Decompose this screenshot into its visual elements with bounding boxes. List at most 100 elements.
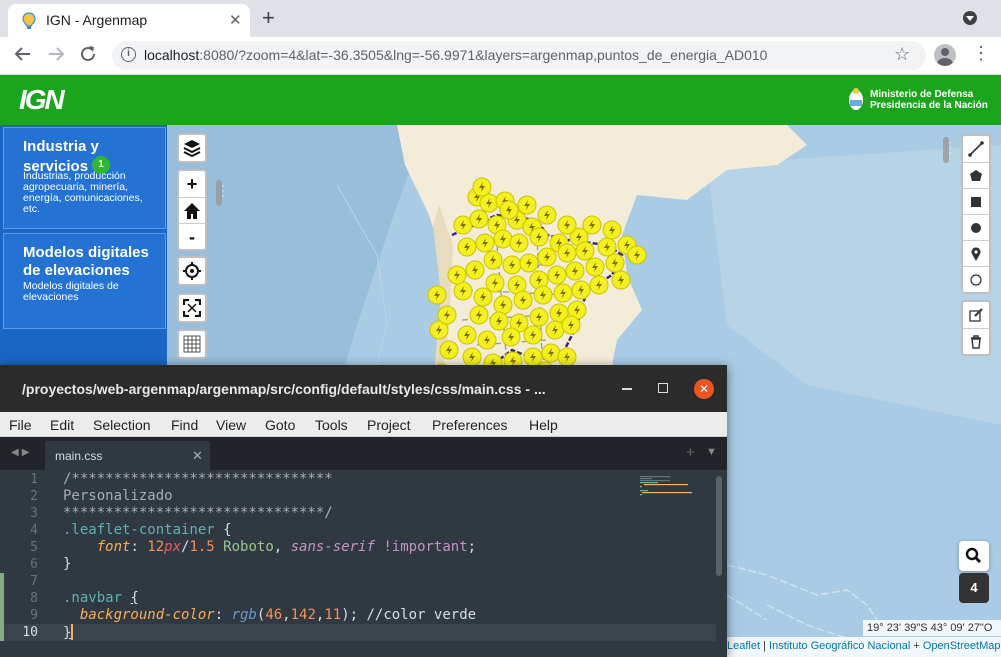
energy-marker-icon[interactable] (427, 285, 447, 305)
zoom-out-button[interactable]: - (179, 223, 205, 249)
tab-close-icon[interactable]: ✕ (229, 11, 242, 29)
bookmark-star-icon[interactable]: ☆ (894, 44, 910, 65)
menu-goto[interactable]: Goto (265, 417, 295, 433)
energy-marker-icon[interactable] (447, 265, 467, 285)
energy-marker-icon[interactable] (533, 285, 553, 305)
address-bar[interactable]: i localhost:8080/?zoom=4&lat=-36.3505&ln… (112, 41, 926, 70)
menu-view[interactable]: View (216, 417, 246, 433)
energy-marker-icon[interactable] (561, 315, 581, 335)
energy-marker-icon[interactable] (565, 261, 585, 281)
profile-avatar-icon[interactable] (934, 44, 956, 66)
new-tab-icon[interactable]: + (262, 5, 275, 31)
leaflet-link[interactable]: Leaflet (727, 640, 760, 652)
energy-marker-icon[interactable] (597, 237, 617, 257)
osm-link[interactable]: OpenStreetMap (923, 640, 1001, 652)
energy-marker-icon[interactable] (509, 233, 529, 253)
close-window-icon[interactable]: ✕ (694, 379, 714, 399)
reload-icon[interactable] (79, 45, 97, 68)
energy-marker-icon[interactable] (457, 325, 477, 345)
minimize-icon[interactable] (622, 388, 632, 390)
draw-rectangle-icon[interactable] (963, 188, 989, 214)
energy-marker-icon[interactable] (585, 257, 605, 277)
energy-marker-icon[interactable] (602, 220, 622, 240)
menu-file[interactable]: File (9, 417, 32, 433)
energy-marker-icon[interactable] (545, 320, 565, 340)
drag-handle-icon[interactable] (216, 180, 230, 206)
browser-tab[interactable]: IGN - Argenmap ✕ (8, 4, 250, 37)
energy-marker-icon[interactable] (502, 255, 522, 275)
energy-marker-icon[interactable] (627, 245, 647, 265)
energy-marker-icon[interactable] (499, 200, 519, 220)
fullscreen-icon[interactable] (179, 295, 205, 321)
tab-search-icon[interactable] (963, 11, 977, 25)
back-arrow-icon[interactable] (14, 45, 32, 68)
energy-marker-icon[interactable] (439, 340, 459, 360)
active-layers-count[interactable]: 4 (959, 573, 989, 603)
draw-marker-icon[interactable] (963, 240, 989, 266)
energy-marker-icon[interactable] (493, 295, 513, 315)
energy-marker-icon[interactable] (557, 347, 577, 367)
energy-marker-icon[interactable] (611, 270, 631, 290)
edit-layers-icon[interactable] (963, 302, 989, 328)
menu-preferences[interactable]: Preferences (432, 417, 507, 433)
energy-marker-icon[interactable] (582, 215, 602, 235)
energy-marker-icon[interactable] (472, 177, 492, 197)
energy-marker-icon[interactable] (553, 283, 573, 303)
layers-control[interactable] (177, 133, 207, 163)
home-icon[interactable] (179, 197, 205, 223)
browser-menu-icon[interactable]: ⋮ (972, 43, 990, 64)
menu-edit[interactable]: Edit (50, 417, 74, 433)
menu-find[interactable]: Find (171, 417, 198, 433)
energy-marker-icon[interactable] (485, 273, 505, 293)
fullscreen-control[interactable] (177, 293, 207, 323)
editor-tab-close-icon[interactable]: ✕ (192, 448, 203, 464)
category-modelos-elevaciones[interactable]: Modelos digitales de elevaciones Modelos… (3, 233, 166, 329)
energy-marker-icon[interactable] (547, 265, 567, 285)
draw-circlemarker-icon[interactable] (963, 266, 989, 292)
ign-logo[interactable]: IGN (19, 84, 65, 116)
editor-tab-main-css[interactable]: main.css ✕ (45, 441, 210, 470)
energy-marker-icon[interactable] (477, 330, 497, 350)
energy-marker-icon[interactable] (453, 215, 473, 235)
energy-marker-icon[interactable] (557, 215, 577, 235)
crosshair-icon[interactable] (179, 258, 205, 284)
energy-marker-icon[interactable] (529, 227, 549, 247)
draw-polygon-icon[interactable] (963, 162, 989, 188)
tab-list-dropdown-icon[interactable]: ▼ (706, 446, 717, 458)
energy-marker-icon[interactable] (465, 260, 485, 280)
menu-tools[interactable]: Tools (315, 417, 348, 433)
energy-marker-icon[interactable] (523, 347, 543, 367)
menu-selection[interactable]: Selection (93, 417, 151, 433)
draw-circle-icon[interactable] (963, 214, 989, 240)
energy-marker-icon[interactable] (483, 250, 503, 270)
category-industria-servicios[interactable]: Industria y servicios 1 Industrias, produ… (3, 127, 166, 229)
energy-marker-icon[interactable] (537, 205, 557, 225)
energy-marker-icon[interactable] (513, 290, 533, 310)
energy-marker-icon[interactable] (541, 343, 561, 363)
energy-marker-icon[interactable] (473, 287, 493, 307)
draw-polyline-icon[interactable] (963, 136, 989, 162)
drag-handle-icon[interactable] (943, 137, 957, 163)
tab-nav-arrows-icon[interactable]: ◀▶ (11, 447, 32, 458)
forward-arrow-icon[interactable] (47, 45, 65, 68)
locate-control[interactable] (177, 256, 207, 286)
menu-project[interactable]: Project (367, 417, 411, 433)
energy-marker-icon[interactable] (571, 280, 591, 300)
maximize-icon[interactable] (658, 383, 668, 393)
energy-marker-icon[interactable] (557, 243, 577, 263)
energy-marker-icon[interactable] (469, 209, 489, 229)
editor-titlebar[interactable]: /proyectos/web-argenmap/argenmap/src/con… (0, 365, 727, 412)
zoom-in-button[interactable]: + (179, 171, 205, 197)
layers-icon[interactable] (179, 135, 205, 161)
energy-marker-icon[interactable] (575, 241, 595, 261)
energy-marker-icon[interactable] (457, 237, 477, 257)
energy-marker-icon[interactable] (605, 253, 625, 273)
energy-marker-icon[interactable] (493, 229, 513, 249)
energy-marker-icon[interactable] (589, 275, 609, 295)
energy-marker-icon[interactable] (462, 347, 482, 367)
ign-link[interactable]: Instituto Geográfico Nacional (769, 640, 910, 652)
energy-marker-icon[interactable] (479, 193, 499, 213)
energy-marker-icon[interactable] (489, 311, 509, 331)
energy-marker-icon[interactable] (469, 305, 489, 325)
grid-icon[interactable] (179, 331, 205, 357)
